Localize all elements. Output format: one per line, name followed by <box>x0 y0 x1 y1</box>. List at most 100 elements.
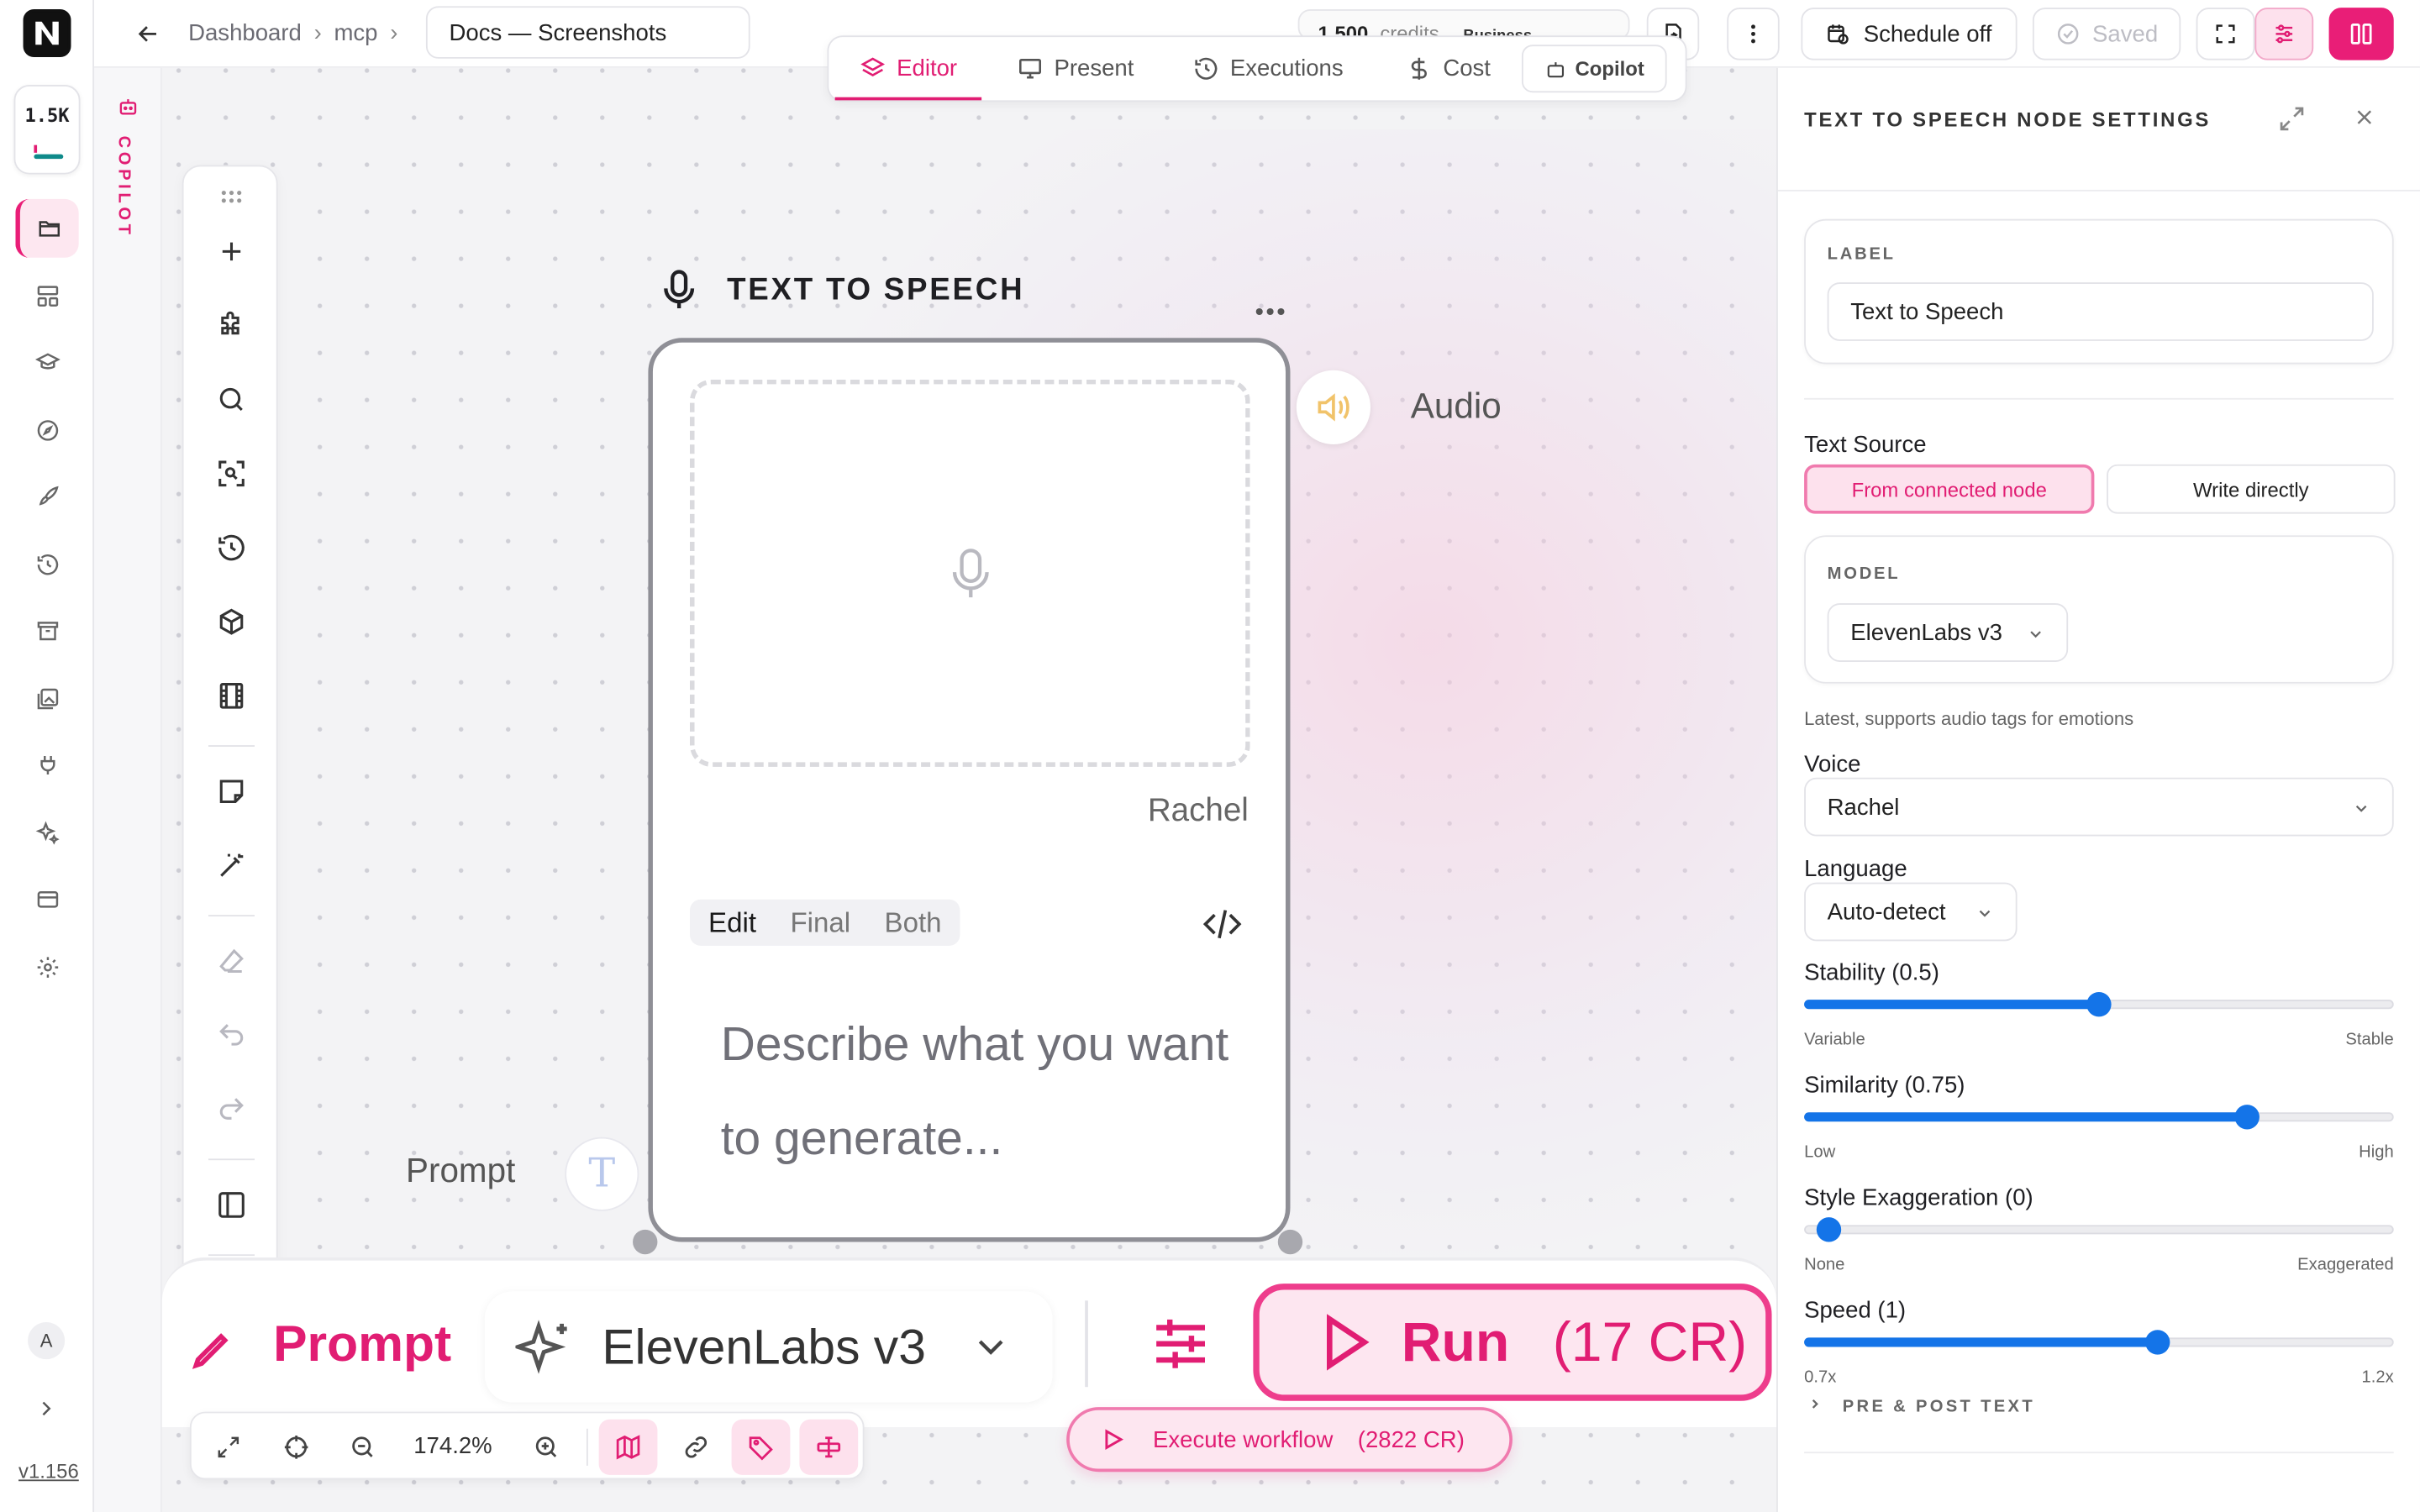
copilot-button[interactable]: Copilot <box>1521 45 1667 93</box>
language-label: Language <box>1804 856 1907 883</box>
sidebar-item-media[interactable] <box>15 669 78 728</box>
slider-thumb[interactable] <box>2086 991 2112 1017</box>
video-button[interactable] <box>213 677 250 714</box>
node-menu-button[interactable] <box>1255 286 1286 326</box>
copilot-strip[interactable]: COPILOT <box>94 0 162 1512</box>
slider-thumb[interactable] <box>1816 1217 1842 1242</box>
voice-select[interactable]: Rachel <box>1804 777 2394 837</box>
execute-workflow-button[interactable]: Execute workflow (2822 CR) <box>1066 1407 1512 1473</box>
tab-cost[interactable]: Cost <box>1406 37 1491 100</box>
sidebar-item-billing[interactable] <box>15 870 78 929</box>
model-selector[interactable]: ElevenLabs v3 <box>484 1291 1053 1403</box>
add-node-button[interactable] <box>213 233 250 270</box>
label-card: LABEL Text to Speech <box>1804 218 2394 365</box>
tab-present[interactable]: Present <box>1017 37 1134 100</box>
panel-expand-button[interactable] <box>2278 105 2306 140</box>
sidebar-item-explore[interactable] <box>15 402 78 460</box>
prompt-settings-button[interactable] <box>1149 1311 1213 1383</box>
sidebar-item-integrations[interactable] <box>15 736 78 795</box>
more-menu-button[interactable] <box>1727 8 1780 60</box>
zoom-out-button[interactable] <box>345 1429 381 1466</box>
connections-toggle[interactable] <box>677 1429 714 1466</box>
language-select[interactable]: Auto-detect <box>1804 882 2018 942</box>
model-select[interactable]: ElevenLabs v3 <box>1827 603 2069 662</box>
label-input[interactable]: Text to Speech <box>1827 282 2374 341</box>
sticky-note-button[interactable] <box>213 773 250 810</box>
history-button[interactable] <box>213 529 250 566</box>
breadcrumb-separator: › <box>390 19 398 47</box>
breadcrumb-mcp[interactable]: mcp <box>334 20 377 46</box>
sidebar-item-settings[interactable] <box>15 938 78 997</box>
magic-wand-button[interactable] <box>213 847 250 884</box>
run-button[interactable]: Run (17 CR) <box>1253 1284 1772 1401</box>
fit-view-button[interactable] <box>210 1429 247 1466</box>
style-exaggeration-min-label: None <box>1804 1256 1845 1275</box>
text-cursor-toggle[interactable] <box>799 1419 859 1475</box>
stability-slider[interactable] <box>1804 991 2394 1017</box>
view-mode-final[interactable]: Final <box>790 906 850 939</box>
style-exaggeration-label: Style Exaggeration (0) <box>1804 1184 2033 1211</box>
close-icon <box>2357 110 2372 124</box>
copilot-strip-label: COPILOT <box>113 135 133 239</box>
app-version[interactable]: v1.156 <box>18 1460 79 1483</box>
text-source-connected-node[interactable]: From connected node <box>1804 464 2095 514</box>
node-resize-handle-left[interactable] <box>633 1229 658 1255</box>
breadcrumb-dashboard[interactable]: Dashboard <box>188 20 302 46</box>
settings-panel-toggle[interactable] <box>2254 8 2314 60</box>
fullscreen-button[interactable] <box>2196 8 2255 60</box>
app-logo[interactable] <box>23 9 71 57</box>
view-mode-both[interactable]: Both <box>885 906 942 939</box>
credits-meter[interactable]: 1.5K <box>13 85 81 175</box>
audio-output-port[interactable] <box>1296 370 1370 444</box>
undo-button[interactable] <box>213 1016 250 1053</box>
plug-icon <box>39 755 55 775</box>
node-resize-handle-right[interactable] <box>1277 1229 1303 1255</box>
sidebar-item-ai[interactable] <box>15 804 78 863</box>
panel-close-button[interactable] <box>2352 105 2376 138</box>
sidebar-item-deploy[interactable] <box>15 468 78 527</box>
slider-thumb[interactable] <box>2233 1105 2260 1130</box>
node-header[interactable]: TEXT TO SPEECH <box>659 269 1024 312</box>
code-view-button[interactable] <box>1202 907 1243 949</box>
run-label: Run <box>1401 1310 1510 1373</box>
sidebar-expand-button[interactable] <box>34 1396 58 1429</box>
node-prompt-textarea[interactable]: Describe what you want to generate... <box>721 997 1230 1185</box>
assets-button[interactable] <box>213 603 250 640</box>
sidebar-item-files[interactable] <box>15 198 79 258</box>
speed-slider[interactable] <box>1804 1330 2394 1355</box>
panel-toggle-button[interactable] <box>213 1186 250 1223</box>
style-exaggeration-slider[interactable] <box>1804 1217 2394 1242</box>
zoom-in-button[interactable] <box>528 1429 565 1466</box>
prompt-input-port[interactable]: T <box>565 1137 639 1211</box>
sidebar-item-history[interactable] <box>15 535 78 594</box>
plugins-button[interactable] <box>213 307 250 344</box>
pre-post-text-toggle[interactable]: PRE & POST TEXT <box>1807 1396 2035 1416</box>
drag-handle[interactable] <box>213 179 250 216</box>
eraser-button[interactable] <box>213 942 250 979</box>
sidebar-item-learn[interactable] <box>15 333 78 392</box>
slider-thumb[interactable] <box>2145 1330 2170 1355</box>
text-to-speech-node[interactable]: Rachel Edit Final Both Describe what you… <box>648 338 1291 1242</box>
scan-search-button[interactable] <box>213 455 250 492</box>
left-sidebar: 1.5K A v1.156 <box>0 0 95 1512</box>
tab-executions[interactable]: Executions <box>1193 37 1344 100</box>
back-button[interactable] <box>134 20 162 55</box>
tag-toggle[interactable] <box>731 1419 791 1475</box>
sidebar-item-templates[interactable] <box>15 267 78 326</box>
avatar[interactable]: A <box>28 1322 66 1360</box>
document-title-input[interactable]: Docs — Screenshots <box>425 6 750 59</box>
text-source-write-directly[interactable]: Write directly <box>2107 464 2396 514</box>
schedule-button[interactable]: Schedule off <box>1801 8 2018 60</box>
center-view-button[interactable] <box>278 1429 315 1466</box>
sidebar-item-archive[interactable] <box>15 601 78 660</box>
columns-layout-button[interactable] <box>2328 8 2394 60</box>
redo-button[interactable] <box>213 1091 250 1128</box>
audio-output-dropzone[interactable] <box>690 379 1250 767</box>
panel-divider <box>1777 189 2420 192</box>
tab-editor[interactable]: Editor <box>834 37 982 101</box>
style-exaggeration-max-label: Exaggerated <box>2297 1256 2394 1275</box>
minimap-toggle[interactable] <box>598 1419 658 1475</box>
view-mode-edit[interactable]: Edit <box>708 906 756 939</box>
similarity-slider[interactable] <box>1804 1105 2394 1130</box>
search-button[interactable] <box>213 381 250 418</box>
